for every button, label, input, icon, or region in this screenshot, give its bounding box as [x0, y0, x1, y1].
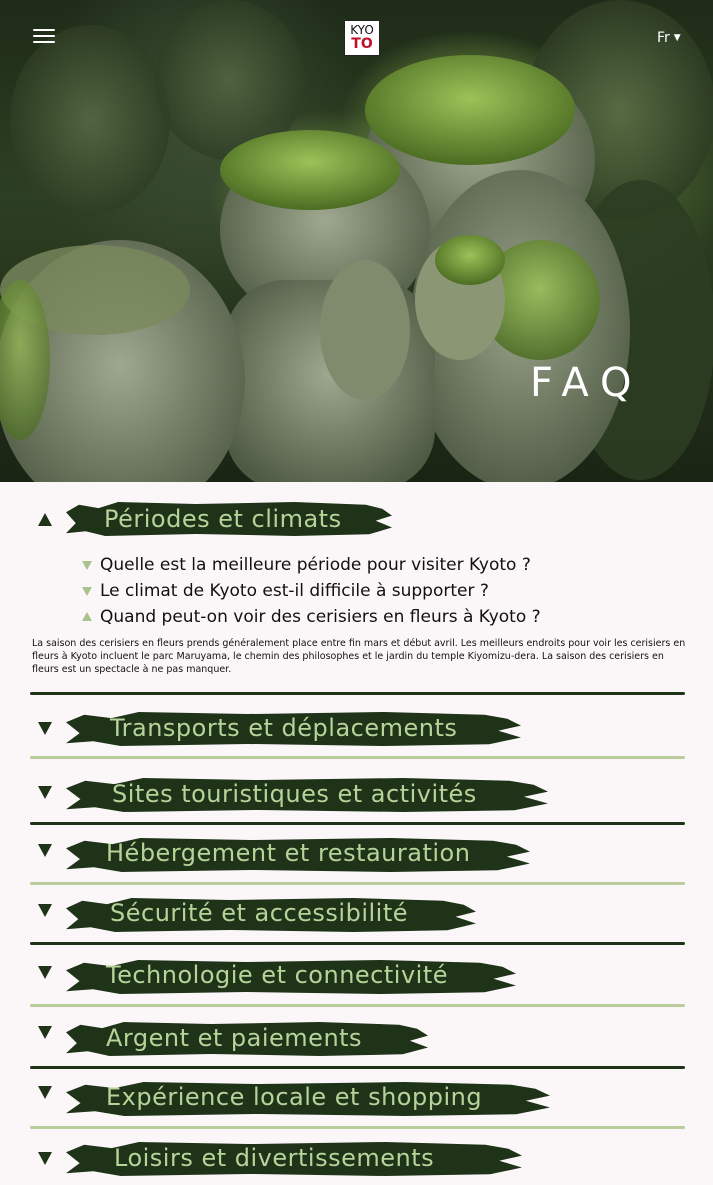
chevron-down-icon — [38, 904, 52, 917]
menu-icon — [33, 29, 55, 43]
category-title: Périodes et climats — [104, 505, 342, 533]
faq-category[interactable]: Expérience locale et shopping — [0, 1080, 713, 1120]
category-title: Hébergement et restauration — [106, 839, 471, 867]
question-text: Quand peut-on voir des cerisiers en fleu… — [100, 607, 541, 627]
hero-image — [0, 0, 713, 482]
menu-button[interactable] — [33, 25, 55, 47]
separator — [30, 756, 685, 759]
separator — [30, 1126, 685, 1129]
caret-down-icon: ▼ — [673, 33, 681, 43]
separator — [30, 882, 685, 885]
question-item-open[interactable]: Quand peut-on voir des cerisiers en fleu… — [80, 604, 541, 630]
chevron-down-icon — [38, 1152, 52, 1165]
hero-banner: KYO TO Fr ▼ FAQ — [0, 0, 713, 482]
chevron-down-icon — [38, 1086, 52, 1099]
separator — [30, 692, 685, 695]
faq-category[interactable]: Loisirs et divertissements — [0, 1140, 713, 1180]
chevron-down-icon — [82, 561, 92, 570]
page-title: FAQ — [530, 360, 644, 406]
category-title: Sites touristiques et activités — [112, 780, 477, 808]
question-list: Quelle est la meilleure période pour vis… — [80, 552, 541, 630]
separator — [30, 942, 685, 945]
logo-bottom-text: TO — [351, 36, 373, 52]
question-text: Le climat de Kyoto est-il difficile à su… — [100, 581, 489, 601]
category-title: Loisirs et divertissements — [114, 1144, 435, 1172]
faq-category[interactable]: Transports et déplacements — [0, 710, 713, 750]
chevron-down-icon — [38, 1026, 52, 1039]
category-title: Sécurité et accessibilité — [110, 899, 409, 927]
logo-top-text: KYO — [350, 23, 374, 37]
question-item[interactable]: Quelle est la meilleure période pour vis… — [80, 552, 541, 578]
faq-section: Périodes et climats Quelle est la meille… — [0, 482, 713, 1185]
separator — [30, 1004, 685, 1007]
category-title: Argent et paiements — [106, 1024, 363, 1052]
answer-text: La saison des cerisiers en fleurs prends… — [32, 638, 686, 675]
chevron-down-icon — [38, 786, 52, 799]
chevron-down-icon — [82, 587, 92, 596]
faq-category[interactable]: Argent et paiements — [0, 1020, 713, 1060]
question-text: Quelle est la meilleure période pour vis… — [100, 555, 531, 575]
separator — [30, 1066, 685, 1069]
faq-category-open[interactable]: Périodes et climats — [0, 500, 713, 540]
faq-category[interactable]: Sécurité et accessibilité — [0, 896, 713, 936]
faq-category[interactable]: Hébergement et restauration — [0, 836, 713, 876]
faq-category[interactable]: Technologie et connectivité — [0, 958, 713, 998]
separator — [30, 822, 685, 825]
chevron-down-icon — [38, 844, 52, 857]
chevron-up-icon — [82, 612, 92, 621]
category-title: Transports et déplacements — [110, 714, 458, 742]
category-title: Expérience locale et shopping — [106, 1083, 483, 1111]
chevron-up-icon — [38, 513, 52, 526]
logo[interactable]: KYO TO — [344, 20, 380, 56]
chevron-down-icon — [38, 966, 52, 979]
language-label: Fr — [657, 30, 670, 46]
question-item[interactable]: Le climat de Kyoto est-il difficile à su… — [80, 578, 541, 604]
language-selector[interactable]: Fr ▼ — [657, 30, 681, 46]
category-title: Technologie et connectivité — [106, 961, 448, 989]
faq-category[interactable]: Sites touristiques et activités — [0, 776, 713, 816]
chevron-down-icon — [38, 722, 52, 735]
